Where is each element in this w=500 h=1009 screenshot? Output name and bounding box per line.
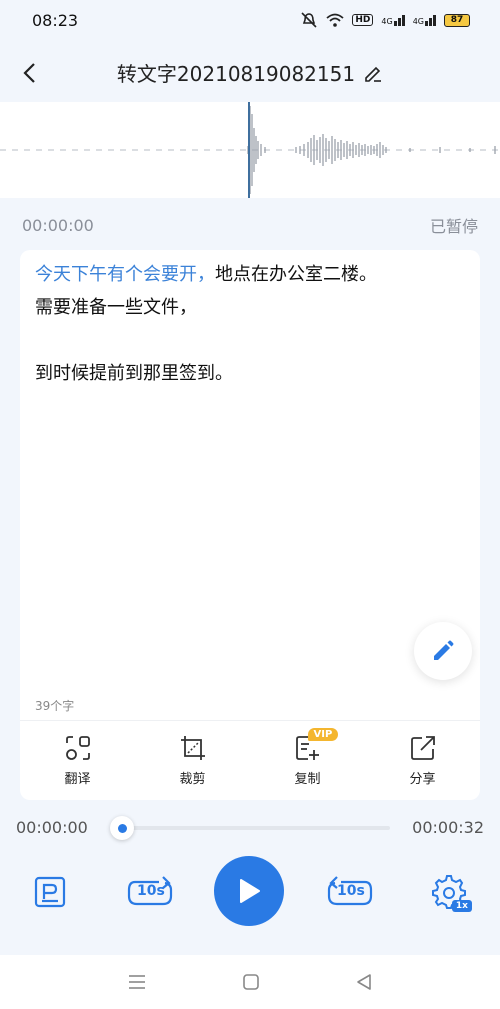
- notes-button[interactable]: [30, 872, 70, 912]
- status-time: 08:23: [32, 10, 79, 30]
- back-button[interactable]: [14, 55, 44, 91]
- battery-level: 87: [450, 15, 464, 25]
- crop-button[interactable]: 裁剪: [153, 734, 233, 787]
- progress-end-time: 00:00:32: [412, 818, 484, 837]
- progress-track[interactable]: [122, 826, 390, 830]
- transcript-line-2: 需要准备一些文件，: [35, 297, 197, 318]
- header: 转文字20210819082151: [0, 45, 500, 100]
- forward-10s-button[interactable]: 10s: [324, 872, 376, 912]
- settings-speed-button[interactable]: 1x: [426, 872, 472, 912]
- transcript-highlighted: 今天下午有个会要开，: [35, 264, 215, 285]
- hd-badge: HD: [352, 14, 374, 26]
- home-icon[interactable]: [242, 973, 260, 991]
- page-title: 转文字20210819082151: [116, 62, 356, 86]
- status-icons: HD 4G 4G 87: [300, 12, 470, 28]
- progress-start-time: 00:00:00: [16, 818, 88, 837]
- copy-button[interactable]: VIP 复制: [268, 728, 348, 787]
- progress-row: 00:00:00 00:00:32: [0, 812, 500, 842]
- system-nav-bar: [0, 955, 500, 1009]
- play-icon: [240, 879, 260, 903]
- translate-label: 翻译: [64, 772, 91, 787]
- crop-label: 裁剪: [179, 772, 206, 787]
- battery-icon: 87: [444, 13, 470, 27]
- translate-icon: [65, 736, 90, 760]
- play-button[interactable]: [214, 856, 284, 926]
- transcript-line-1: 今天下午有个会要开，地点在办公室二楼。: [35, 258, 465, 291]
- title-wrap: 转文字20210819082151: [117, 58, 383, 87]
- playback-controls: 10s 10s 1x: [0, 856, 500, 926]
- share-button[interactable]: 分享: [383, 734, 463, 787]
- back-nav-icon[interactable]: [355, 973, 373, 991]
- playback-status-row: 00:00:00 已暂停: [0, 210, 500, 240]
- network-4g-1: 4G: [381, 14, 405, 26]
- wifi-icon: [326, 13, 344, 27]
- translate-button[interactable]: 翻译: [38, 734, 118, 787]
- waveform-graph: [0, 102, 498, 198]
- edit-transcript-button[interactable]: [414, 622, 472, 680]
- transcript-card: 今天下午有个会要开，地点在办公室二楼。 需要准备一些文件， 到时候提前到那里签到…: [20, 250, 480, 720]
- transcript-blank-line: [35, 324, 465, 357]
- pencil-icon: [434, 640, 454, 660]
- forward-label: 10s: [337, 883, 365, 899]
- transcript-text[interactable]: 今天下午有个会要开，地点在办公室二楼。 需要准备一些文件， 到时候提前到那里签到…: [35, 258, 465, 390]
- progress-handle[interactable]: [110, 816, 134, 840]
- speed-badge: 1x: [451, 900, 472, 912]
- chevron-left-icon: [23, 63, 35, 83]
- mute-icon: [301, 12, 317, 28]
- waveform[interactable]: [0, 102, 500, 198]
- char-count: 39个字: [35, 699, 75, 713]
- rewind-label: 10s: [137, 883, 165, 899]
- vip-badge: VIP: [307, 728, 339, 741]
- share-icon: [410, 736, 435, 760]
- current-time: 00:00:00: [22, 215, 94, 235]
- crop-icon: [180, 736, 205, 760]
- edit-title-icon[interactable]: [363, 63, 383, 83]
- copy-label: 复制: [294, 772, 321, 787]
- rewind-10s-button[interactable]: 10s: [124, 872, 176, 912]
- notes-icon: [34, 876, 66, 908]
- status-bar: 08:23 HD 4G 4G 87: [0, 0, 500, 40]
- transcript-line-3: 到时候提前到那里签到。: [35, 363, 233, 384]
- menu-icon[interactable]: [127, 974, 147, 990]
- action-bar: 翻译 裁剪 VIP 复制 分享: [20, 720, 480, 800]
- share-label: 分享: [409, 772, 436, 787]
- transcript-line-1-rest: 地点在办公室二楼。: [215, 264, 377, 285]
- network-4g-2: 4G: [413, 14, 436, 26]
- playback-state: 已暂停: [429, 217, 478, 236]
